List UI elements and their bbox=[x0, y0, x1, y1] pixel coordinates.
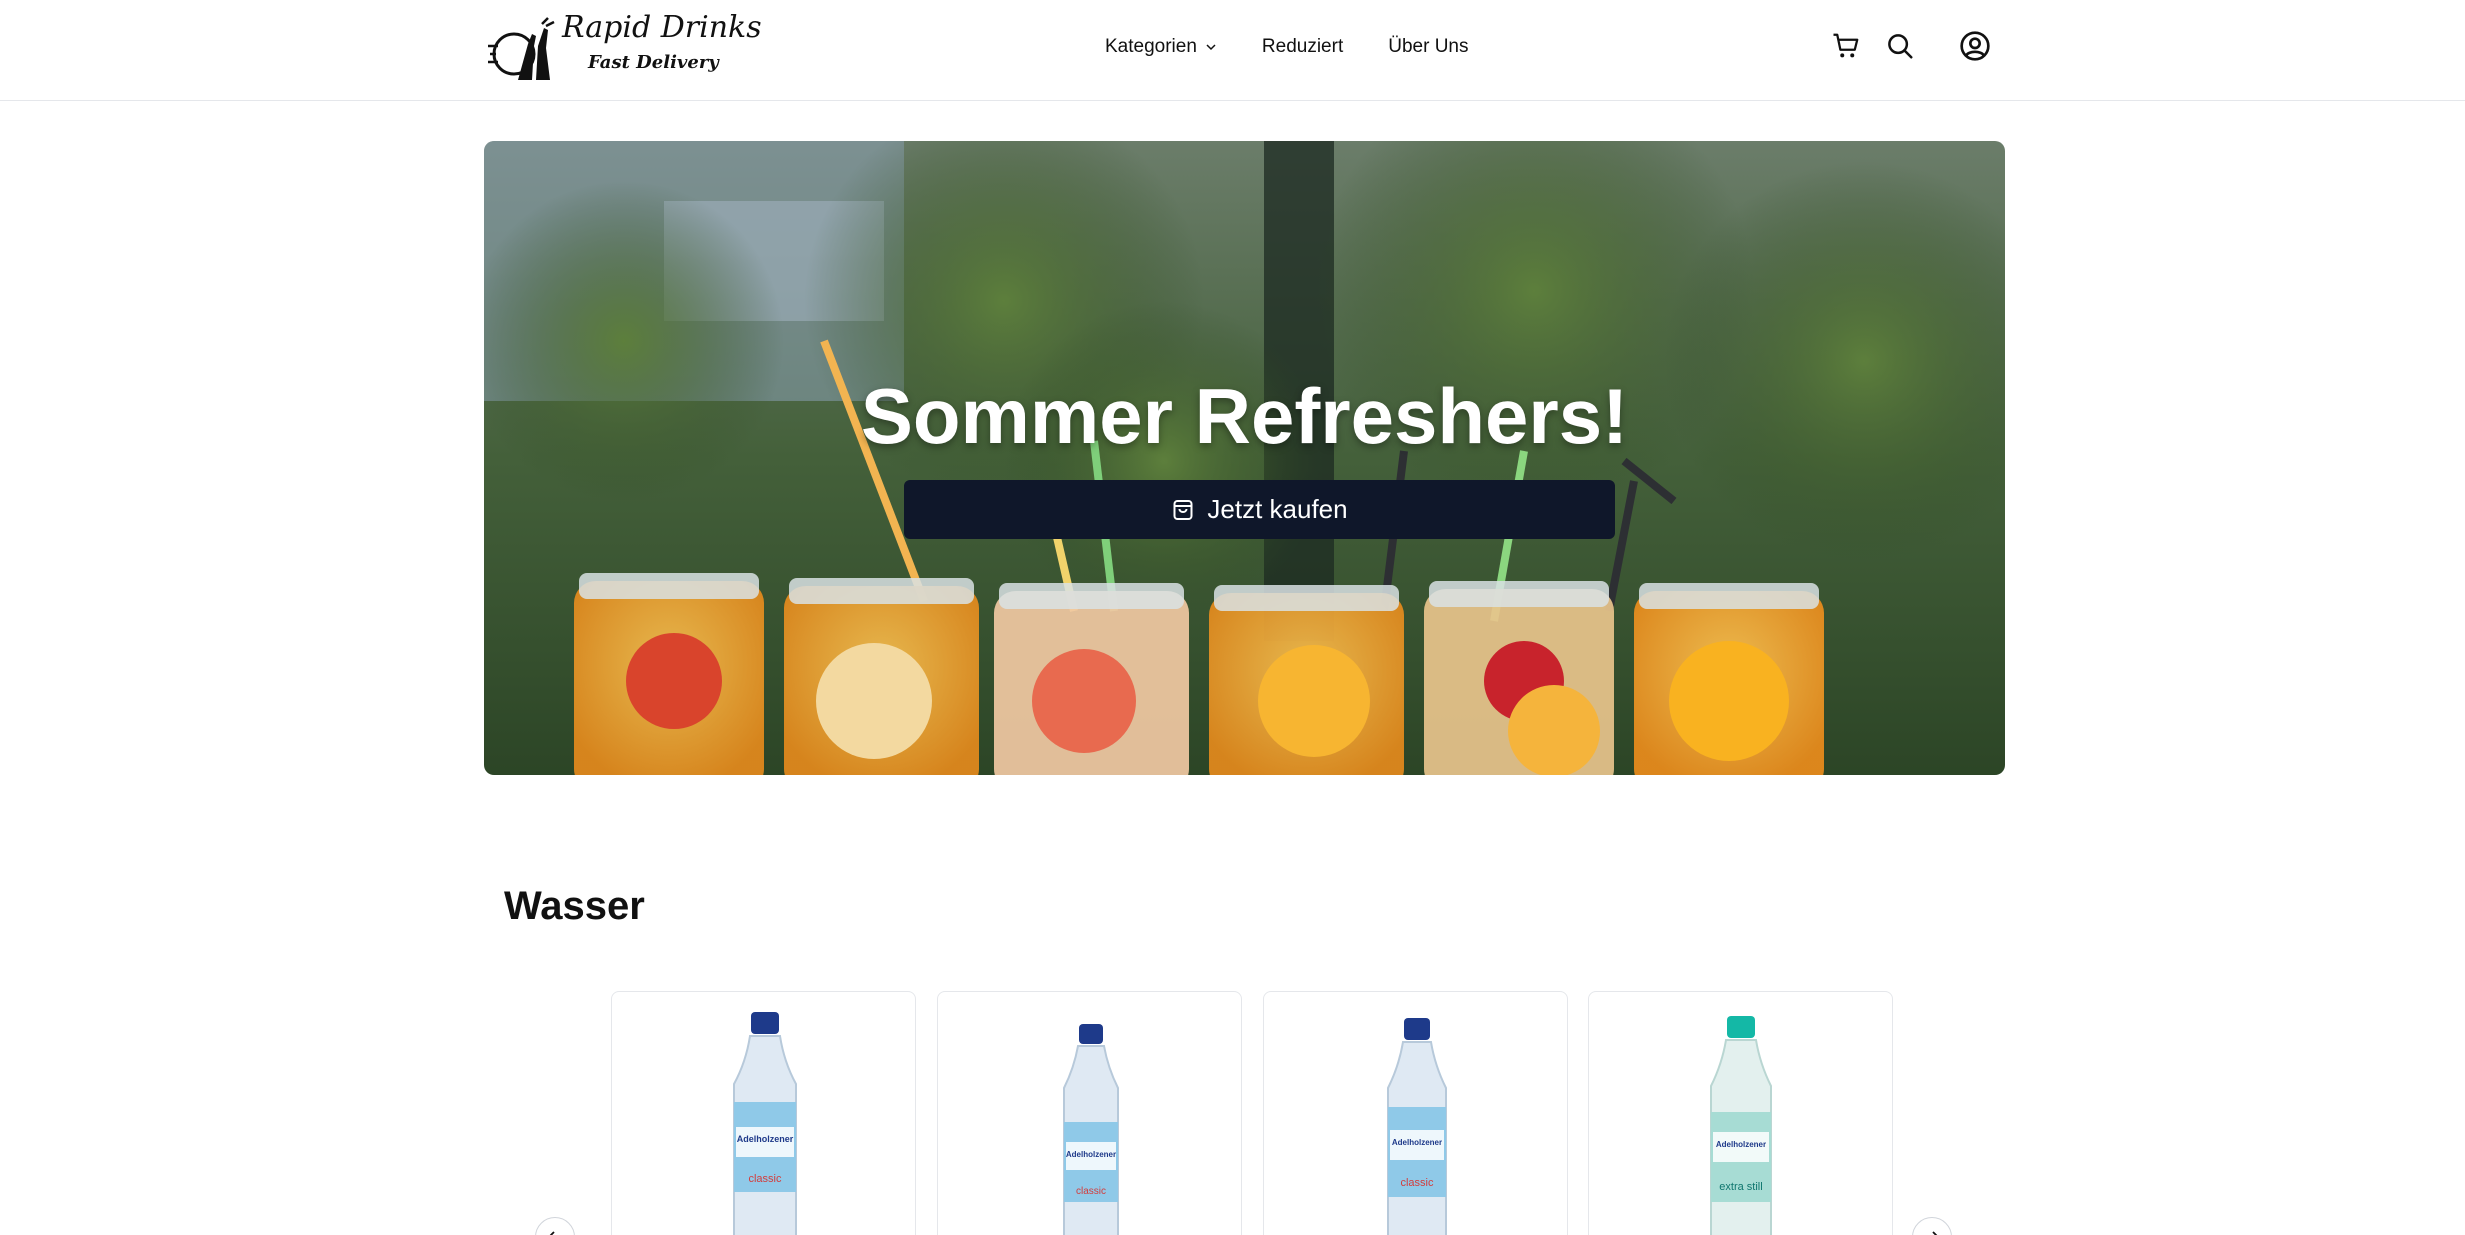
arrow-right-icon bbox=[1932, 1231, 1938, 1235]
carousel-next-button[interactable] bbox=[1912, 1217, 1952, 1235]
product-card[interactable]: Adelholzener classic bbox=[611, 991, 916, 1235]
shop-now-button[interactable]: Jetzt kaufen bbox=[904, 480, 1615, 539]
logo-subtitle: Fast Delivery bbox=[588, 52, 719, 73]
product-brand: Adelholzener bbox=[1066, 1150, 1116, 1159]
product-card[interactable]: Adelholzener classic bbox=[1263, 991, 1568, 1235]
logo-title: Rapid Drinks bbox=[562, 10, 762, 45]
logo-bottles-icon bbox=[488, 17, 555, 80]
shopping-bag-icon bbox=[1171, 498, 1195, 522]
cart-icon bbox=[1833, 33, 1859, 58]
jar bbox=[994, 583, 1189, 775]
jar bbox=[574, 573, 764, 775]
product-image: Adelholzener classic bbox=[733, 1012, 797, 1235]
carousel-prev-button[interactable] bbox=[535, 1217, 575, 1235]
nav-item-kategorien[interactable]: Kategorien bbox=[1105, 36, 1217, 58]
shop-now-label: Jetzt kaufen bbox=[1207, 494, 1348, 524]
nav-item-label: Über Uns bbox=[1388, 36, 1469, 57]
product-variant: classic bbox=[1400, 1177, 1434, 1189]
product-image: Adelholzener extra still bbox=[1710, 1016, 1772, 1235]
hero-title: Sommer Refreshers! bbox=[860, 372, 1629, 460]
nav-item-reduziert[interactable]: Reduziert bbox=[1262, 36, 1343, 58]
nav-item-ueber-uns[interactable]: Über Uns bbox=[1388, 36, 1468, 58]
jar bbox=[1209, 585, 1404, 775]
jar bbox=[1424, 581, 1614, 775]
arrow-left-icon bbox=[549, 1231, 555, 1235]
search-button[interactable] bbox=[1882, 28, 1918, 64]
jar bbox=[784, 578, 979, 775]
jar bbox=[1634, 583, 1824, 775]
product-card[interactable]: Adelholzener extra still bbox=[1588, 991, 1893, 1235]
hero-banner: Sommer Refreshers! Jetzt kaufen bbox=[484, 141, 2005, 775]
user-icon bbox=[1960, 31, 1990, 61]
product-variant: classic bbox=[1076, 1186, 1106, 1197]
chevron-down-icon bbox=[1206, 44, 1216, 51]
product-variant: classic bbox=[748, 1173, 782, 1185]
product-brand: Adelholzener bbox=[1392, 1138, 1442, 1147]
product-variant: extra still bbox=[1719, 1181, 1762, 1193]
nav-item-label: Kategorien bbox=[1105, 36, 1197, 57]
product-brand: Adelholzener bbox=[1716, 1140, 1766, 1149]
product-card[interactable]: Adelholzener classic bbox=[937, 991, 1242, 1235]
search-icon bbox=[1888, 34, 1913, 59]
account-button[interactable] bbox=[1957, 28, 1993, 64]
main-nav: Kategorien Reduziert Über Uns bbox=[1105, 34, 1468, 60]
logo[interactable]: Rapid Drinks Fast Delivery bbox=[488, 8, 762, 86]
product-brand: Adelholzener bbox=[737, 1134, 794, 1144]
product-image: Adelholzener classic bbox=[1063, 1024, 1119, 1235]
nav-item-label: Reduziert bbox=[1261, 36, 1344, 57]
section-title: Wasser bbox=[504, 884, 645, 928]
site-header: Rapid Drinks Fast Delivery Kategorien Re… bbox=[0, 0, 2465, 101]
product-image: Adelholzener classic bbox=[1387, 1018, 1447, 1235]
cart-button[interactable] bbox=[1828, 28, 1864, 64]
